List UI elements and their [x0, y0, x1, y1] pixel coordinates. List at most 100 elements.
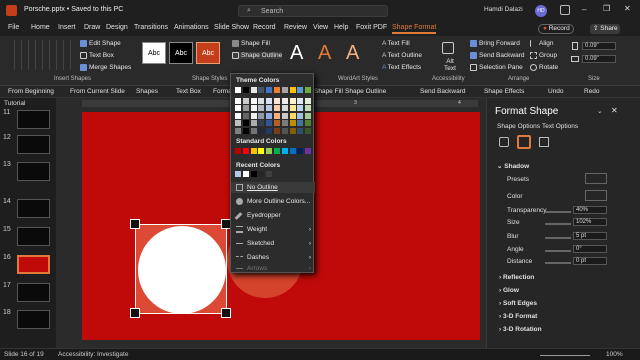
theme-color-swatch[interactable]	[305, 120, 312, 126]
reflection-section[interactable]: › Reflection	[499, 274, 534, 281]
user-name[interactable]: Hamdi Dalazi	[484, 6, 523, 13]
dashes-item[interactable]: Dashes ›	[231, 252, 315, 263]
bring-forward-button[interactable]: Bring Forward	[470, 40, 520, 47]
recent-color-swatch[interactable]	[242, 171, 249, 177]
text-fill-button[interactable]: A Text Fill	[382, 40, 410, 47]
section-label[interactable]: Tutorial	[4, 100, 25, 107]
merge-shapes-button[interactable]: Merge Shapes	[80, 64, 131, 71]
standard-color-swatch[interactable]	[250, 148, 257, 154]
rectangle-shape-selected[interactable]	[135, 224, 227, 314]
theme-color-swatch[interactable]	[250, 105, 257, 111]
theme-color-swatch[interactable]	[289, 97, 296, 104]
text-options-tab[interactable]: Text Options	[542, 123, 578, 130]
standard-color-swatch[interactable]	[305, 148, 312, 154]
theme-color-swatch[interactable]	[242, 105, 249, 111]
quick-shape-effects-button[interactable]: Shape Effects	[484, 88, 524, 95]
theme-color-swatch[interactable]	[258, 112, 265, 119]
group-button[interactable]: Group	[530, 52, 557, 59]
size-properties-icon[interactable]	[539, 137, 549, 147]
theme-color-swatch[interactable]	[250, 87, 257, 93]
shapes-gallery[interactable]	[8, 40, 72, 70]
distance-field[interactable]: 0 pt	[573, 257, 607, 265]
tab-insert[interactable]: Insert	[58, 24, 76, 31]
fill-line-icon[interactable]	[499, 137, 509, 147]
undo-button[interactable]: Undo	[548, 88, 564, 95]
effects-icon[interactable]	[517, 135, 531, 149]
tab-view[interactable]: View	[313, 24, 328, 31]
theme-color-swatch[interactable]	[266, 97, 273, 104]
shape-fill-button[interactable]: Shape Fill	[232, 40, 270, 47]
slide-thumbnail-12[interactable]	[17, 135, 50, 154]
align-button[interactable]: Align	[530, 40, 553, 47]
3d-format-section[interactable]: › 3-D Format	[499, 313, 537, 320]
text-outline-button[interactable]: A Text Outline	[382, 52, 422, 59]
shape-width-field[interactable]: 0.09"	[582, 55, 616, 63]
tab-help[interactable]: Help	[334, 24, 348, 31]
tab-animations[interactable]: Animations	[174, 24, 209, 31]
theme-color-swatch[interactable]	[235, 112, 241, 119]
theme-color-swatch[interactable]	[266, 87, 273, 93]
standard-color-swatch[interactable]	[235, 148, 241, 154]
style-preset-3[interactable]: Abc	[196, 42, 220, 64]
recent-color-swatch[interactable]	[250, 171, 257, 177]
standard-color-swatch[interactable]	[266, 148, 273, 154]
slide-thumbnail-15[interactable]	[17, 227, 50, 246]
resize-handle-bl[interactable]	[130, 308, 140, 318]
wordart-preset-3[interactable]: A	[346, 42, 359, 65]
sketched-item[interactable]: Sketched ›	[231, 238, 315, 249]
size-field[interactable]: 102%	[573, 218, 607, 226]
theme-color-swatch[interactable]	[274, 112, 280, 119]
send-backward-button[interactable]: Send Backward	[470, 52, 525, 59]
theme-color-swatch[interactable]	[235, 105, 241, 111]
tab-record[interactable]: Record	[253, 24, 276, 31]
shape-height-field[interactable]: 0.09"	[582, 42, 616, 50]
pane-options-icon[interactable]: ⌄	[597, 107, 602, 115]
size-slider[interactable]	[545, 223, 571, 225]
rotate-button[interactable]: Rotate	[530, 64, 558, 71]
style-preset-1[interactable]: Abc	[142, 42, 166, 64]
theme-color-swatch[interactable]	[266, 105, 273, 111]
tab-review[interactable]: Review	[284, 24, 307, 31]
theme-color-swatch[interactable]	[250, 97, 257, 104]
theme-color-swatch[interactable]	[235, 120, 241, 126]
glow-section[interactable]: › Glow	[499, 287, 519, 294]
theme-color-swatch[interactable]	[305, 105, 312, 111]
style-preset-2[interactable]: Abc	[169, 42, 193, 64]
tab-draw[interactable]: Draw	[84, 24, 100, 31]
eyedropper-item[interactable]: Eyedropper	[231, 210, 315, 221]
theme-color-swatch[interactable]	[250, 120, 257, 126]
shape-outline-button[interactable]: Shape Outline	[232, 52, 283, 60]
wordart-preset-1[interactable]: A	[290, 42, 303, 65]
theme-color-swatch[interactable]	[266, 112, 273, 119]
tab-design[interactable]: Design	[106, 24, 128, 31]
shadow-color-picker[interactable]	[585, 190, 607, 201]
tab-home[interactable]: Home	[31, 24, 50, 31]
pane-close-icon[interactable]: ✕	[611, 106, 618, 115]
theme-color-swatch[interactable]	[289, 87, 296, 93]
copilot-icon[interactable]	[560, 5, 570, 15]
theme-color-swatch[interactable]	[281, 112, 288, 119]
presets-dropdown[interactable]	[585, 173, 607, 184]
theme-color-swatch[interactable]	[297, 127, 304, 134]
theme-color-swatch[interactable]	[242, 120, 249, 126]
blur-field[interactable]: 5 pt	[573, 232, 607, 240]
quick-shape-fill-button[interactable]: Shape Fill	[314, 88, 343, 95]
no-outline-item[interactable]: No Outline	[231, 182, 315, 193]
zoom-level[interactable]: 100%	[606, 351, 623, 358]
theme-color-swatch[interactable]	[242, 97, 249, 104]
theme-color-swatch[interactable]	[281, 97, 288, 104]
quick-send-backward-button[interactable]: Send Backward	[420, 88, 466, 95]
circle-shape-white[interactable]	[138, 226, 226, 314]
standard-color-swatch[interactable]	[242, 148, 249, 154]
shape-options-tab[interactable]: Shape Options	[497, 123, 540, 130]
recent-color-swatch[interactable]	[235, 171, 241, 177]
record-button[interactable]: ● Record	[538, 24, 574, 34]
theme-color-swatch[interactable]	[242, 127, 249, 134]
recent-color-swatch[interactable]	[266, 171, 273, 177]
theme-color-swatch[interactable]	[305, 127, 312, 134]
slide-thumbnail-14[interactable]	[17, 199, 50, 218]
3d-rotation-section[interactable]: › 3-D Rotation	[499, 326, 542, 333]
theme-color-swatch[interactable]	[258, 105, 265, 111]
theme-color-swatch[interactable]	[281, 105, 288, 111]
selection-pane-button[interactable]: Selection Pane	[470, 64, 523, 71]
